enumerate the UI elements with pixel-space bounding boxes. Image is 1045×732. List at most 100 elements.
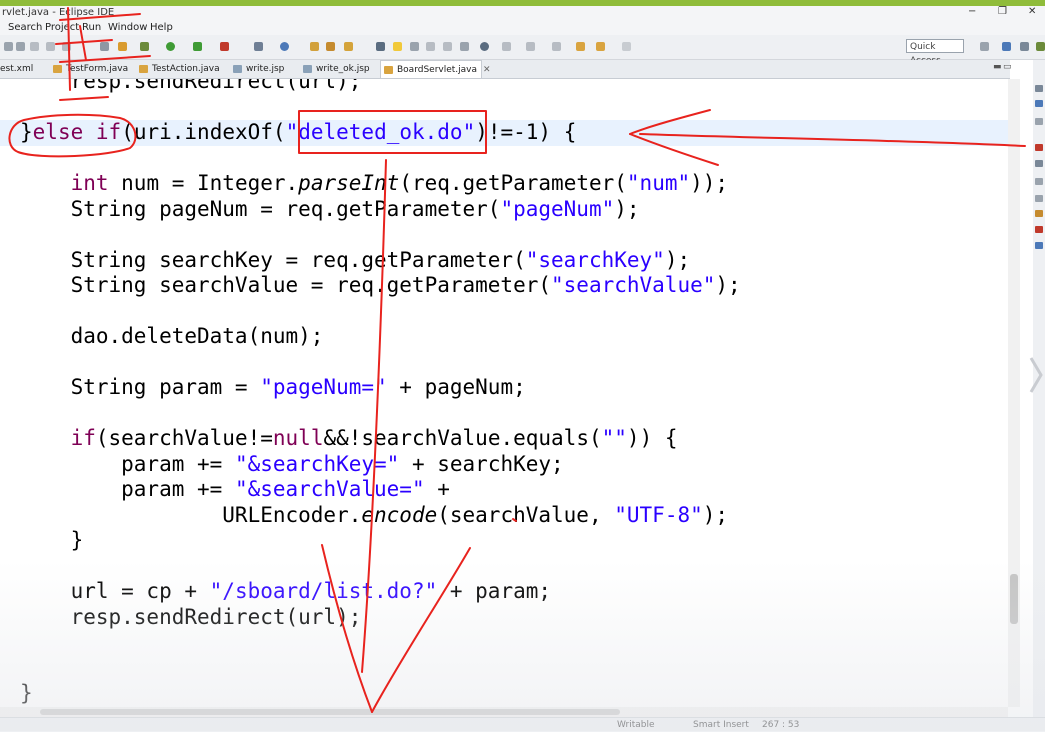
task-icon[interactable]	[480, 42, 489, 51]
code-editor[interactable]: resp.sendRedirect(url); }else if(uri.ind…	[0, 79, 1008, 707]
code-line[interactable]: dao.deleteData(num);	[20, 324, 741, 350]
code-line[interactable]	[20, 222, 741, 248]
markers-icon[interactable]	[1035, 118, 1043, 125]
code-line[interactable]: int num = Integer.parseInt(req.getParame…	[20, 171, 741, 197]
data-source-icon[interactable]	[1035, 195, 1043, 202]
code-line[interactable]	[20, 146, 741, 172]
prev-annotation-icon[interactable]	[526, 42, 535, 51]
java-perspective-icon[interactable]	[1020, 42, 1029, 51]
run-icon[interactable]	[166, 42, 175, 51]
code-line[interactable]	[20, 630, 741, 656]
code-line[interactable]: }	[20, 528, 741, 554]
last-edit-icon[interactable]	[552, 42, 561, 51]
vertical-scroll-thumb[interactable]	[1010, 574, 1018, 624]
copy-icon[interactable]	[46, 42, 55, 51]
code-token: resp.sendRedirect(url);	[20, 604, 362, 629]
save-all-icon[interactable]	[16, 42, 25, 51]
mark-icon[interactable]	[410, 42, 419, 51]
pin-icon[interactable]	[376, 42, 385, 51]
code-line[interactable]: resp.sendRedirect(url);	[20, 79, 741, 95]
menu-search[interactable]: Search	[8, 22, 42, 33]
paste-icon[interactable]	[62, 42, 71, 51]
servers-icon[interactable]	[1035, 178, 1043, 185]
code-line[interactable]	[20, 95, 741, 121]
code-text[interactable]: resp.sendRedirect(url); }else if(uri.ind…	[20, 79, 741, 707]
code-line[interactable]: String searchValue = req.getParameter("s…	[20, 273, 741, 299]
task-list-icon[interactable]	[1035, 100, 1043, 107]
minimize-editor-icon[interactable]: ▬	[993, 62, 1002, 72]
save-icon[interactable]	[4, 42, 13, 51]
block-icon[interactable]	[426, 42, 435, 51]
code-line[interactable]	[20, 401, 741, 427]
highlight-icon[interactable]	[393, 42, 402, 51]
close-window-icon[interactable]: ✕	[1028, 6, 1036, 17]
code-token: dao.deleteData(num);	[20, 324, 324, 348]
menu-help[interactable]: Help	[150, 22, 173, 33]
code-line[interactable]: URLEncoder.encode(searchValue, "UTF-8");	[20, 503, 741, 529]
open-perspective-icon[interactable]	[980, 42, 989, 51]
console-icon[interactable]	[1035, 160, 1043, 167]
next-page-chevron-icon[interactable]	[1028, 350, 1045, 400]
back-history-icon[interactable]	[596, 42, 605, 51]
progress-icon[interactable]	[1035, 242, 1043, 249]
next-annotation-icon[interactable]	[502, 42, 511, 51]
debug-icon[interactable]	[140, 42, 149, 51]
tab-testform-java[interactable]: TestForm.java	[50, 60, 136, 78]
tab-label: write_ok.jsp	[316, 64, 370, 74]
snippets-icon[interactable]	[1035, 210, 1043, 217]
problems-icon[interactable]	[1035, 144, 1043, 151]
build-icon[interactable]	[118, 42, 127, 51]
menu-run[interactable]: Run	[82, 22, 101, 33]
run-config-icon[interactable]	[193, 42, 202, 51]
open-folder-icon[interactable]	[310, 42, 319, 51]
back-icon[interactable]	[576, 42, 585, 51]
code-line[interactable]: }else if(uri.indexOf("deleted_ok.do")!=-…	[20, 120, 741, 146]
new-server-icon[interactable]	[254, 42, 263, 51]
java-ee-perspective-icon[interactable]	[1002, 42, 1011, 51]
tab-test-xml[interactable]: est.xml	[0, 60, 50, 78]
vertical-scrollbar[interactable]	[1008, 79, 1020, 707]
code-line[interactable]	[20, 350, 741, 376]
search-view-icon[interactable]	[1035, 226, 1043, 233]
debug-perspective-icon[interactable]	[1036, 42, 1045, 51]
code-line[interactable]: if(searchValue!=null&&!searchValue.equal…	[20, 426, 741, 452]
code-line[interactable]: String pageNum = req.getParameter("pageN…	[20, 197, 741, 223]
restore-icon[interactable]: ❐	[998, 6, 1007, 17]
tab-testaction-java[interactable]: TestAction.java	[136, 60, 230, 78]
horizontal-scrollbar[interactable]	[0, 707, 1008, 717]
open-type-icon[interactable]	[326, 42, 335, 51]
menu-project[interactable]: Project	[45, 22, 79, 33]
minimize-icon[interactable]: −	[968, 6, 976, 17]
external-tools-icon[interactable]	[220, 42, 229, 51]
outline-icon[interactable]	[443, 42, 452, 51]
outline-view-icon[interactable]	[1035, 85, 1043, 92]
new-class-icon[interactable]	[280, 42, 289, 51]
code-token: "pageNum="	[260, 375, 387, 399]
forward-icon[interactable]	[622, 42, 631, 51]
pencil-icon[interactable]	[344, 42, 353, 51]
menu-window[interactable]: Window	[108, 22, 147, 33]
tab-write-ok-jsp[interactable]: write_ok.jsp	[300, 60, 378, 78]
code-line[interactable]: resp.sendRedirect(url);	[20, 605, 741, 631]
tab-boardservlet-java[interactable]: BoardServlet.java ✕	[380, 60, 491, 78]
maximize-editor-icon[interactable]: ▭	[1003, 62, 1012, 72]
code-line[interactable]: }	[20, 681, 741, 707]
tab-write-jsp[interactable]: write.jsp	[230, 60, 300, 78]
code-line[interactable]	[20, 656, 741, 682]
code-line[interactable]	[20, 554, 741, 580]
cut-icon[interactable]	[30, 42, 39, 51]
toggle-icon[interactable]	[100, 42, 109, 51]
code-line[interactable]: param += "&searchValue=" +	[20, 477, 741, 503]
code-line[interactable]: url = cp + "/sboard/list.do?" + param;	[20, 579, 741, 605]
close-tab-icon[interactable]: ✕	[483, 65, 491, 75]
quick-access-input[interactable]: Quick Access	[906, 39, 964, 66]
code-line[interactable]: String searchKey = req.getParameter("sea…	[20, 248, 741, 274]
code-line[interactable]	[20, 299, 741, 325]
code-line[interactable]: String param = "pageNum=" + pageNum;	[20, 375, 741, 401]
menu-bar: Search Project Run Window Help	[0, 20, 1045, 35]
code-line[interactable]: param += "&searchKey=" + searchKey;	[20, 452, 741, 478]
horizontal-scroll-thumb[interactable]	[40, 709, 620, 715]
whitespace-icon[interactable]	[460, 42, 469, 51]
code-token: (searchValue!=	[95, 426, 273, 450]
tab-label: write.jsp	[246, 64, 285, 74]
